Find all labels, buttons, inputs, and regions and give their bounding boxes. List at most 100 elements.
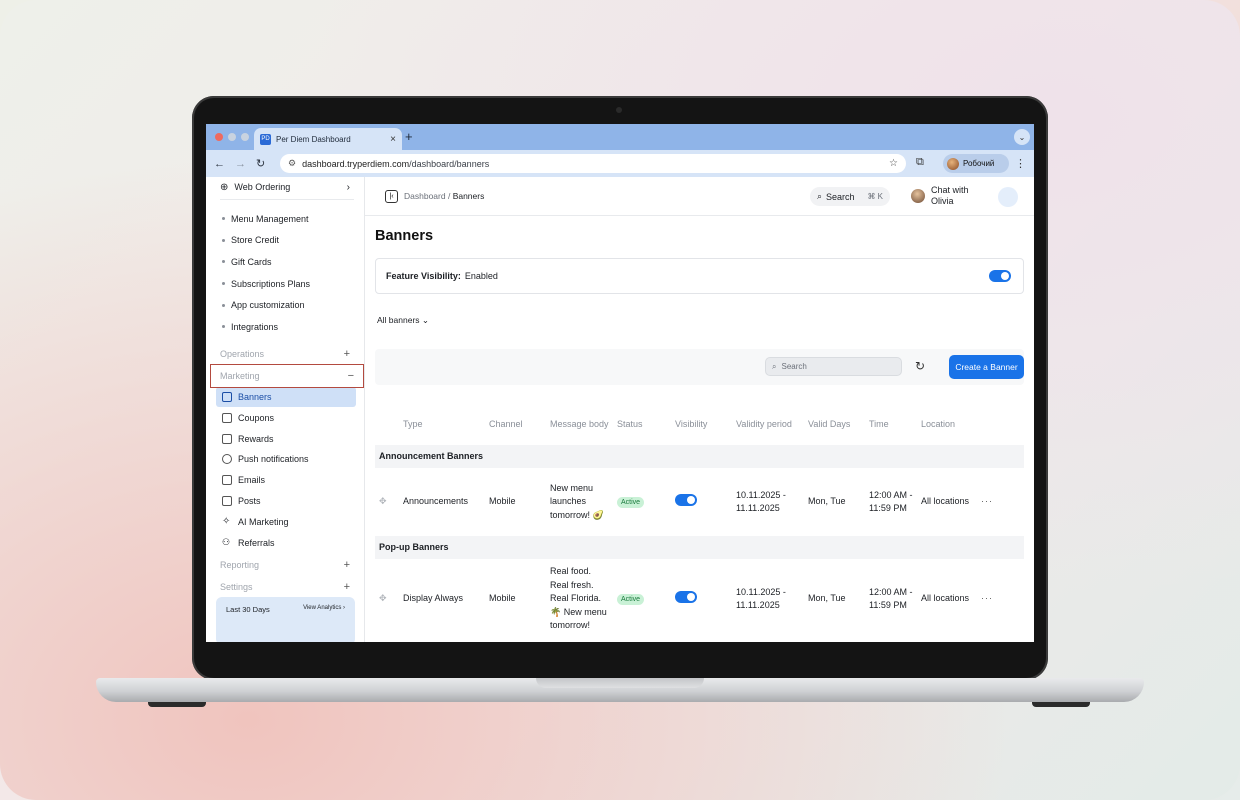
drag-handle-icon[interactable]: ✥ [379, 496, 387, 506]
search-icon: ⌕ [817, 191, 823, 201]
sidebar-section-reporting[interactable]: Reporting + [206, 554, 364, 576]
more-options-icon[interactable]: ··· [981, 593, 993, 603]
sidebar-subitem-menu-management[interactable]: Menu Management [206, 208, 364, 230]
cell-type: Announcements [403, 496, 469, 507]
refresh-icon[interactable]: ↻ [915, 359, 925, 373]
laptop-notch [536, 678, 704, 688]
bell-icon [222, 454, 232, 465]
mail-icon [222, 475, 232, 486]
global-search-button[interactable]: ⌕ Search ⌘ K [810, 187, 890, 206]
col-status: Status [617, 418, 643, 429]
sidebar-section-operations[interactable]: Operations + [206, 343, 364, 365]
bookmark-star-icon[interactable]: ☆ [889, 158, 898, 169]
drag-handle-icon[interactable]: ✥ [379, 593, 387, 603]
profile-chip[interactable]: Робочий [943, 154, 1009, 173]
reload-icon[interactable]: ↻ [256, 157, 265, 170]
col-drag [375, 403, 399, 445]
camera [616, 107, 622, 113]
sidebar-item-label: AI Marketing [238, 516, 289, 527]
sidebar-subitem-subscriptions[interactable]: Subscriptions Plans [206, 273, 364, 295]
banner-filter-dropdown[interactable]: All banners ⌄ [377, 315, 429, 326]
status-badge: Active [617, 496, 645, 508]
tab-title: Per Diem Dashboard [276, 134, 351, 144]
coupon-icon [222, 412, 232, 423]
table-header-row: Type Channel Message body Status Visibil… [375, 403, 1024, 445]
feature-visibility-value: Enabled [464, 271, 498, 281]
col-location: Location [921, 418, 956, 429]
sidebar-item-ai-marketing[interactable]: ✧ AI Marketing [206, 511, 364, 532]
create-banner-button[interactable]: Create a Banner [949, 355, 1024, 379]
url-field[interactable]: ⚙ dashboard.tryperdiem.com/dashboard/ban… [280, 154, 906, 173]
sidebar-item-push-notifications[interactable]: Push notifications [206, 449, 364, 470]
browser-tab[interactable]: PD Per Diem Dashboard × [254, 128, 402, 150]
more-options-icon[interactable]: ··· [981, 496, 993, 506]
bullet-icon [222, 217, 225, 221]
user-avatar[interactable] [998, 187, 1018, 207]
cell-days: Mon, Tue [808, 593, 846, 604]
section-label: Settings [220, 581, 253, 592]
sidebar-subitem-label: Integrations [231, 321, 279, 332]
cell-location: All locations [921, 593, 970, 604]
sidebar-item-label: Web Ordering [234, 182, 291, 192]
sidebar-subitem-gift-cards[interactable]: Gift Cards [206, 251, 364, 273]
sidebar-subitem-store-credit[interactable]: Store Credit [206, 230, 364, 252]
forward-arrow-icon[interactable]: → [235, 158, 246, 170]
bullet-icon [222, 238, 225, 242]
extensions-puzzle-icon[interactable]: ⧉ [916, 156, 924, 169]
cell-message: New menu launches tomorrow! 🥑 [550, 482, 604, 520]
cell-validity: 10.11.2025 - 11.11.2025 [736, 489, 786, 513]
collapse-sidebar-icon[interactable]: |‹ [385, 189, 398, 203]
sidebar-item-emails[interactable]: Emails [206, 470, 364, 491]
sidebar-item-label: Banners [238, 391, 272, 402]
feature-visibility-toggle[interactable] [989, 270, 1011, 282]
sidebar-item-coupons[interactable]: Coupons [206, 407, 364, 428]
sidebar-item-label: Posts [238, 495, 261, 506]
cell-time: 12:00 AM - 11:59 PM [869, 489, 913, 513]
view-analytics-link[interactable]: View Analytics › [303, 605, 345, 637]
col-channel: Channel [489, 418, 523, 429]
sidebar-section-marketing[interactable]: Marketing − [210, 363, 364, 388]
sidebar-subitem-app-customization[interactable]: App customization [206, 294, 364, 316]
browser-menu-icon[interactable]: ⋮ [1015, 157, 1026, 170]
table-row[interactable]: ✥ Announcements Mobile New menu launches… [375, 468, 1024, 536]
search-icon: ⌕ [772, 361, 777, 371]
cell-location: All locations [921, 496, 970, 507]
section-label: Operations [220, 348, 265, 359]
tab-search-chevron-icon[interactable]: ⌄ [1014, 129, 1030, 145]
minimize-window-button[interactable] [228, 133, 236, 141]
sidebar-subitem-label: Menu Management [231, 213, 309, 224]
new-tab-icon[interactable]: + [405, 129, 413, 144]
breadcrumb: Dashboard / Banners [404, 191, 485, 201]
sidebar-item-posts[interactable]: Posts [206, 491, 364, 512]
analytics-card: Last 30 Days View Analytics › [216, 597, 355, 642]
tab-close-icon[interactable]: × [390, 134, 396, 145]
back-arrow-icon[interactable]: ← [214, 158, 225, 170]
plus-icon: + [343, 558, 350, 571]
close-window-button[interactable] [215, 133, 223, 141]
document-icon [222, 495, 232, 506]
sidebar-item-web-ordering[interactable]: ⊕ Web Ordering › [206, 177, 364, 197]
sidebar-item-referrals[interactable]: ⚇ Referrals [206, 532, 364, 553]
breadcrumb-dashboard[interactable]: Dashboard [404, 191, 446, 201]
visibility-toggle[interactable] [675, 493, 697, 506]
chat-with-olivia-button[interactable]: Chat with Olivia [911, 185, 969, 207]
sidebar-divider [220, 199, 354, 200]
globe-icon: ⊕ [220, 181, 229, 193]
banner-search-input[interactable]: ⌕ Search [765, 357, 902, 376]
url-path: /dashboard/banners [409, 158, 490, 169]
col-visibility: Visibility [675, 418, 708, 429]
site-info-icon[interactable]: ⚙ [288, 158, 296, 169]
olivia-avatar [911, 189, 925, 203]
sidebar-item-banners[interactable]: Banners [216, 386, 356, 408]
sidebar-subitem-label: Subscriptions Plans [231, 278, 311, 289]
visibility-toggle[interactable] [675, 590, 697, 603]
maximize-window-button[interactable] [241, 133, 249, 141]
sidebar-subitem-label: App customization [231, 300, 305, 311]
table-row[interactable]: ✥ Display Always Mobile Real food. Real … [375, 559, 1024, 639]
sidebar-subitem-integrations[interactable]: Integrations [206, 316, 364, 338]
feature-visibility-label: Feature Visibility: [386, 271, 461, 281]
sidebar-item-rewards[interactable]: Rewards [206, 428, 364, 449]
link-label: View Analytics [303, 605, 342, 611]
sidebar-section-settings[interactable]: Settings + [206, 576, 364, 598]
col-days: Valid Days [808, 418, 851, 429]
